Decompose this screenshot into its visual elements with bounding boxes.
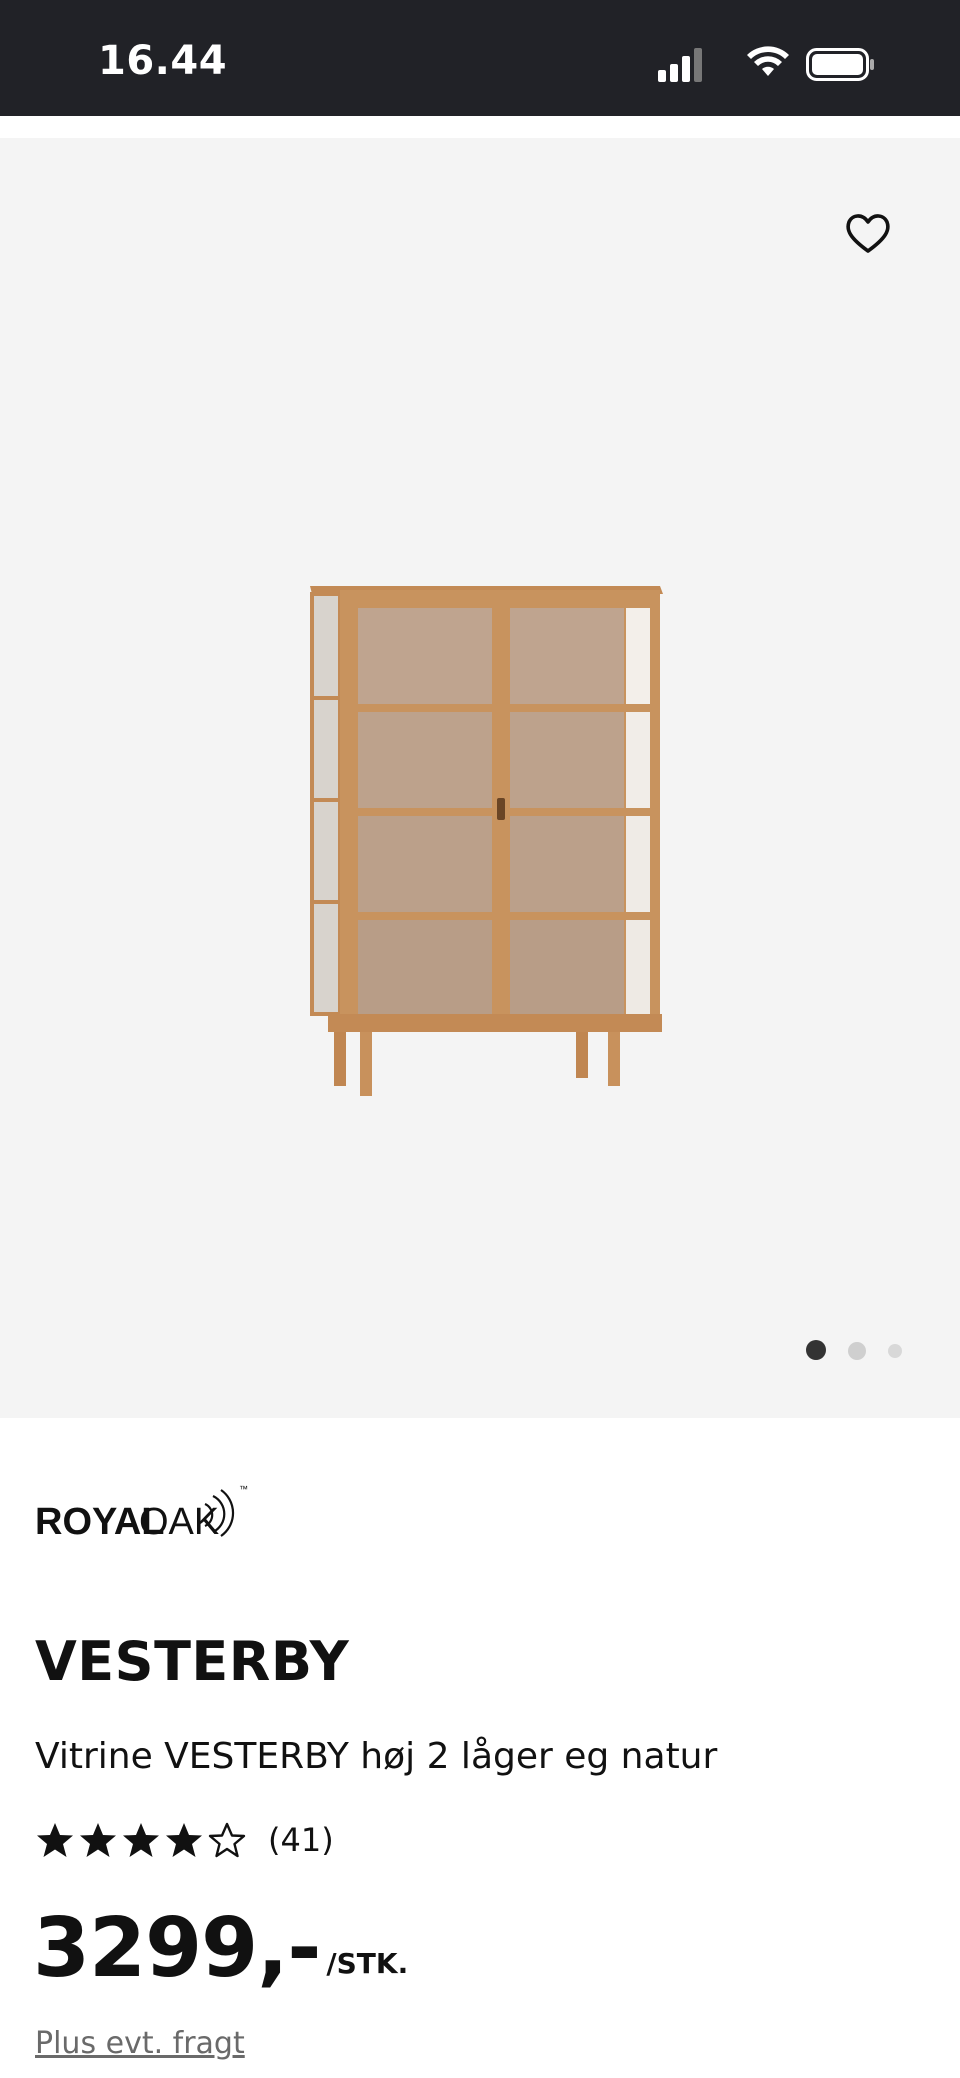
star-filled-icon xyxy=(80,1823,116,1857)
product-image xyxy=(310,586,663,1096)
status-bar: 16.44 xyxy=(0,0,960,116)
battery-icon xyxy=(806,48,874,81)
shipping-note-link[interactable]: Plus evt. fragt xyxy=(35,2026,245,2061)
price-value: 3299,- xyxy=(33,1901,321,1996)
price-unit: /STK. xyxy=(326,1947,409,1980)
svg-text:™: ™ xyxy=(239,1484,248,1494)
star-filled-icon xyxy=(123,1823,159,1857)
star-outline-icon xyxy=(208,1822,246,1858)
heart-outline-icon[interactable] xyxy=(843,208,893,258)
rating[interactable]: (41) xyxy=(35,1818,334,1862)
product-gallery[interactable] xyxy=(0,138,960,1418)
status-time: 16.44 xyxy=(98,38,228,84)
header-spacer xyxy=(0,116,960,138)
product-name: VESTERBY xyxy=(35,1630,350,1693)
signal-icon xyxy=(658,48,702,82)
product-description: Vitrine VESTERBY høj 2 låger eg natur xyxy=(35,1736,718,1777)
price: 3299,- /STK. xyxy=(33,1908,408,1990)
carousel-dot-2[interactable] xyxy=(848,1342,866,1360)
carousel-dot-3[interactable] xyxy=(888,1344,902,1358)
brand-logo[interactable]: ROYAL OAK ™ xyxy=(35,1474,255,1544)
carousel-dot-1[interactable] xyxy=(806,1340,826,1360)
carousel-dots[interactable] xyxy=(0,1340,960,1364)
svg-text:OAK: OAK xyxy=(139,1501,219,1543)
rating-count[interactable]: (41) xyxy=(268,1821,334,1859)
wifi-icon xyxy=(747,46,789,76)
star-filled-icon xyxy=(166,1823,202,1857)
star-filled-icon xyxy=(37,1823,73,1857)
